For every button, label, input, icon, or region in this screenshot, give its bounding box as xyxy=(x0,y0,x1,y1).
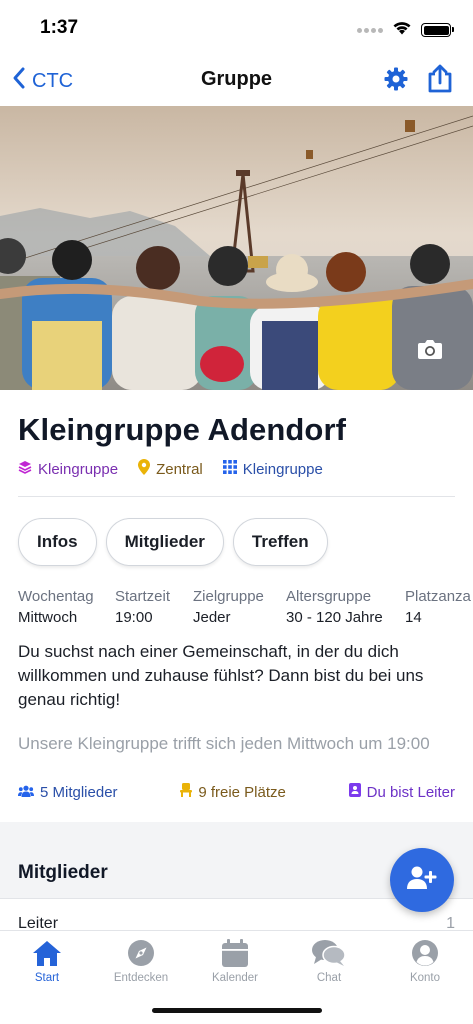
tab-label: Start xyxy=(34,972,60,984)
gear-icon[interactable] xyxy=(383,66,409,97)
stat-label: 9 freie Plätze xyxy=(198,783,286,801)
info-value: 19:00 xyxy=(115,609,153,626)
tag-category: Kleingruppe xyxy=(222,459,323,479)
info-target-group: Zielgruppe Jeder xyxy=(193,588,264,626)
battery-icon xyxy=(421,23,454,37)
info-value: Mittwoch xyxy=(18,609,78,626)
status-bar: 1:37 xyxy=(0,0,473,54)
tab-label: Entdecken xyxy=(113,972,169,984)
divider xyxy=(18,496,455,497)
grid-icon xyxy=(222,460,237,478)
compass-icon xyxy=(94,937,188,969)
members-count[interactable]: 5 Mitglieder xyxy=(18,783,118,801)
share-icon[interactable] xyxy=(427,64,453,99)
info-value: Jeder xyxy=(193,609,231,626)
tab-entdecken[interactable]: Entdecken xyxy=(94,937,188,984)
group-description-more: Unsere Kleingruppe trifft sich jeden Mit… xyxy=(18,734,430,753)
info-start-time: Startzeit 19:00 xyxy=(115,588,170,626)
group-description: Du suchst nach einer Gemeinschaft, in de… xyxy=(18,642,424,709)
tab-label: Kalender xyxy=(211,972,259,984)
section-tabs: Infos Mitglieder Treffen xyxy=(18,518,328,566)
user-plus-icon xyxy=(407,866,437,895)
calendar-icon xyxy=(188,937,282,969)
info-label: Platzanza xyxy=(405,588,471,605)
tab-infos[interactable]: Infos xyxy=(18,518,97,566)
users-icon xyxy=(18,784,34,801)
tag-label: Kleingruppe xyxy=(242,460,323,478)
tab-treffen[interactable]: Treffen xyxy=(232,518,328,566)
chair-icon xyxy=(180,783,193,801)
home-icon xyxy=(0,937,94,969)
tag-label: Kleingruppe xyxy=(38,460,119,478)
home-indicator xyxy=(152,1008,322,1013)
tab-kalender[interactable]: Kalender xyxy=(188,937,282,984)
tag-label: Zentral xyxy=(156,460,203,478)
nav-bar: CTC Gruppe xyxy=(0,54,473,106)
info-weekday: Wochentag Mittwoch xyxy=(18,588,94,626)
group-title: Kleingruppe Adendorf xyxy=(18,412,347,447)
add-member-button[interactable] xyxy=(390,848,454,912)
leader-badge: Du bist Leiter xyxy=(348,783,455,801)
layers-icon xyxy=(18,460,32,478)
info-value: 30 - 120 Jahre xyxy=(286,609,383,626)
info-value: 14 xyxy=(405,609,422,626)
tab-label: Chat xyxy=(316,972,342,984)
nav-actions xyxy=(383,64,453,99)
stat-label: Du bist Leiter xyxy=(366,783,455,801)
group-cover-image xyxy=(0,106,473,390)
tag-group-type: Kleingruppe xyxy=(18,459,118,479)
group-tags: Kleingruppe Zentral Kleingruppe xyxy=(18,459,323,479)
tab-label: Konto xyxy=(409,972,441,984)
info-label: Wochentag xyxy=(18,588,94,605)
map-pin-icon xyxy=(138,459,151,479)
tab-start[interactable]: Start xyxy=(0,937,94,984)
tab-mitglieder[interactable]: Mitglieder xyxy=(105,518,224,566)
chat-icon xyxy=(282,937,376,969)
info-label: Startzeit xyxy=(115,588,171,605)
group-info-table: Wochentag Mittwoch Startzeit 19:00 Zielg… xyxy=(18,588,473,634)
members-section-title: Mitglieder xyxy=(18,862,108,883)
info-capacity: Platzanza 14 xyxy=(405,588,471,626)
wifi-icon xyxy=(392,20,412,40)
group-stats: 5 Mitglieder 9 freie Plätze Du bist Leit… xyxy=(18,783,455,801)
tag-location: Zentral xyxy=(138,459,203,479)
camera-icon[interactable] xyxy=(417,338,443,360)
status-icons xyxy=(357,20,454,40)
info-label: Altersgruppe xyxy=(286,588,372,605)
id-badge-icon xyxy=(348,783,361,801)
signal-icon xyxy=(357,27,383,33)
info-age-group: Altersgruppe 30 - 120 Jahre xyxy=(286,588,383,626)
tab-chat[interactable]: Chat xyxy=(282,937,376,984)
tab-konto[interactable]: Konto xyxy=(378,937,472,984)
status-time: 1:37 xyxy=(40,17,79,38)
info-label: Zielgruppe xyxy=(193,588,264,605)
stat-label: 5 Mitglieder xyxy=(40,783,118,801)
free-places: 9 freie Plätze xyxy=(180,783,286,801)
user-circle-icon xyxy=(378,937,472,969)
